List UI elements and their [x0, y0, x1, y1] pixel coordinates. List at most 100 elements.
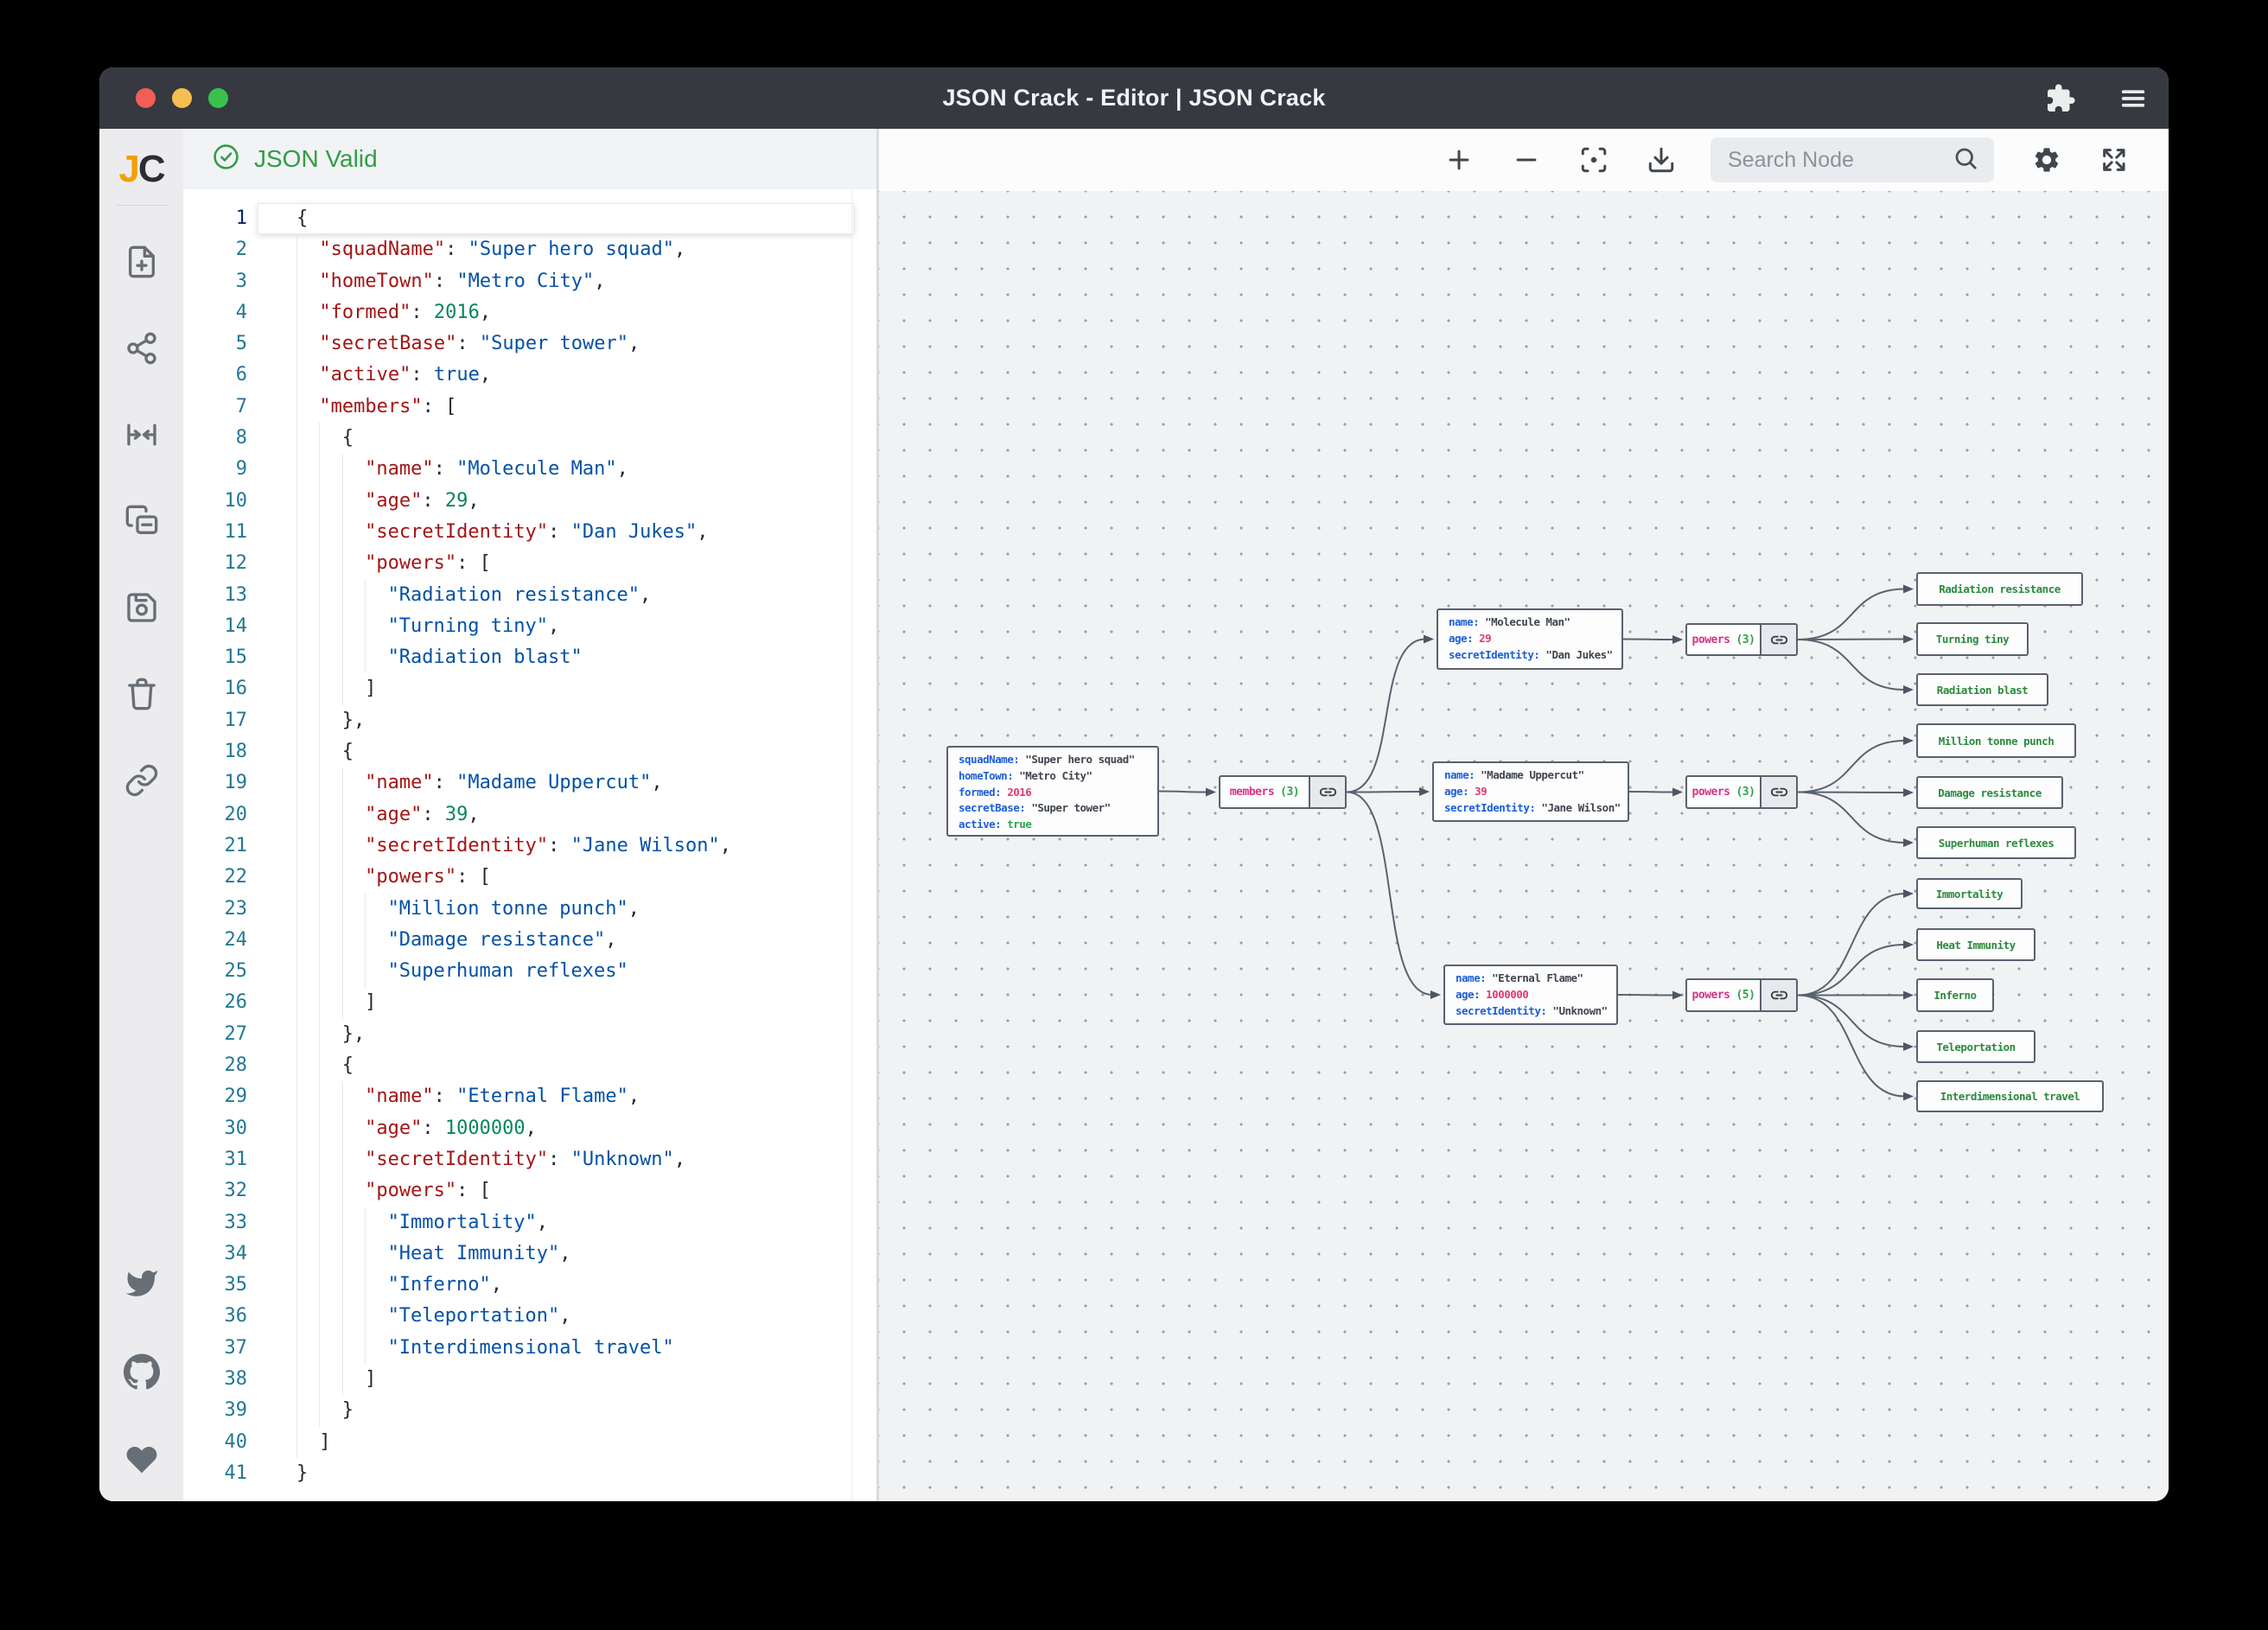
graph-node-l3[interactable]: Radiation blast	[1916, 673, 2048, 706]
search-input[interactable]	[1726, 147, 1953, 174]
line-number: 19	[183, 767, 247, 799]
graph-node-p1[interactable]: powers(3)	[1685, 623, 1798, 656]
zoom-out-button[interactable]	[1512, 145, 1541, 175]
line-content: "Inferno",	[247, 1270, 502, 1301]
editor-line: 16]	[183, 673, 876, 704]
line-content: "powers": [	[247, 1175, 491, 1207]
line-content: "members": [	[247, 392, 456, 423]
line-number: 7	[183, 392, 247, 423]
toolbar-left-group	[1406, 145, 1676, 175]
graph-node-l1[interactable]: Radiation resistance	[1916, 572, 2083, 606]
twitter-icon[interactable]	[123, 1264, 161, 1302]
editor-line: 41}	[183, 1458, 876, 1489]
search-icon[interactable]	[1953, 145, 1978, 175]
code-editor[interactable]: 1{2"squadName": "Super hero squad",3"hom…	[183, 189, 876, 1501]
node-row: secretIdentity: "Unknown"	[1456, 1003, 1606, 1020]
editor-line: 32"powers": [	[183, 1175, 876, 1207]
graph-node-l10[interactable]: Teleportation	[1916, 1030, 2035, 1063]
graph-panel: squadName: "Super hero squad"homeTown: "…	[879, 129, 2169, 1501]
zoom-in-button[interactable]	[1444, 145, 1474, 175]
editor-line: 7"members": [	[183, 392, 876, 423]
trash-icon[interactable]	[123, 675, 161, 713]
line-content: {	[247, 423, 354, 454]
graph-node-p3[interactable]: powers(5)	[1685, 978, 1798, 1012]
node-row: homeTown: "Metro City"	[959, 768, 1147, 785]
line-content: ]	[247, 1364, 376, 1395]
line-number: 35	[183, 1270, 247, 1301]
extension-puzzle-icon[interactable]	[2044, 82, 2077, 115]
new-document-icon[interactable]	[123, 243, 161, 281]
node-row: formed: 2016	[959, 785, 1147, 801]
line-content: ]	[247, 1427, 331, 1458]
line-number: 12	[183, 548, 247, 579]
download-button[interactable]	[1647, 145, 1676, 175]
graph-node-l6[interactable]: Superhuman reflexes	[1916, 826, 2076, 859]
node-row: squadName: "Super hero squad"	[959, 752, 1147, 768]
graph-node-members[interactable]: members(3)	[1219, 775, 1347, 809]
graph-node-p2[interactable]: powers(3)	[1685, 775, 1798, 809]
json-valid-status: JSON Valid	[254, 145, 378, 173]
settings-button[interactable]	[2032, 145, 2061, 175]
node-row: age: 39	[1444, 784, 1617, 800]
line-number: 32	[183, 1175, 247, 1207]
editor-line: 9"name": "Molecule Man",	[183, 454, 876, 485]
editor-line: 22"powers": [	[183, 862, 876, 893]
line-content: "Radiation resistance",	[247, 580, 651, 611]
line-content: "age": 39,	[247, 799, 480, 831]
graph-node-root[interactable]: squadName: "Super hero squad"homeTown: "…	[946, 746, 1159, 837]
graph-node-l7[interactable]: Immortality	[1916, 878, 2023, 909]
graph-node-l9[interactable]: Inferno	[1916, 978, 1994, 1012]
line-number: 34	[183, 1238, 247, 1270]
heart-icon[interactable]	[123, 1441, 161, 1479]
line-content: {	[247, 203, 308, 234]
collapse-link-icon[interactable]	[1760, 625, 1796, 654]
graph-node-l11[interactable]: Interdimensional travel	[1916, 1080, 2104, 1112]
line-number: 26	[183, 987, 247, 1018]
editor-line: 35"Inferno",	[183, 1270, 876, 1301]
copy-icon[interactable]	[123, 502, 161, 540]
save-icon[interactable]	[123, 589, 161, 627]
graph-node-l4[interactable]: Million tonne punch	[1916, 723, 2076, 758]
graph-node-m3[interactable]: name: "Eternal Flame"age: 1000000secretI…	[1443, 965, 1618, 1025]
editor-line: 26]	[183, 987, 876, 1018]
collapse-link-icon[interactable]	[1309, 777, 1345, 807]
node-row: secretIdentity: "Jane Wilson"	[1444, 800, 1617, 817]
github-icon[interactable]	[123, 1353, 161, 1391]
editor-line: 27},	[183, 1019, 876, 1050]
line-number: 25	[183, 956, 247, 987]
line-number: 5	[183, 328, 247, 360]
line-number: 30	[183, 1113, 247, 1144]
jsoncrack-logo[interactable]: JC	[99, 148, 183, 191]
line-content: "age": 29,	[247, 486, 480, 517]
line-number: 18	[183, 736, 247, 767]
leaf-label: Interdimensional travel	[1940, 1090, 2080, 1103]
line-content: "Superhuman reflexes"	[247, 956, 628, 987]
editor-line: 37"Interdimensional travel"	[183, 1333, 876, 1364]
line-content: "Immortality",	[247, 1207, 548, 1238]
editor-line: 40]	[183, 1427, 876, 1458]
line-content: "name": "Madame Uppercut",	[247, 767, 663, 799]
line-content: "Turning tiny",	[247, 611, 559, 642]
center-focus-button[interactable]	[1579, 145, 1609, 175]
graph-node-m2[interactable]: name: "Madame Uppercut"age: 39secretIden…	[1432, 761, 1629, 822]
node-row: secretIdentity: "Dan Jukes"	[1449, 647, 1611, 664]
center-focus-icon[interactable]	[123, 416, 161, 454]
graph-node-l5[interactable]: Damage resistance	[1916, 776, 2063, 809]
node-row: age: 29	[1449, 631, 1611, 647]
line-content: "name": "Molecule Man",	[247, 454, 628, 485]
line-number: 4	[183, 297, 247, 328]
line-content: ]	[247, 673, 376, 704]
graph-node-l8[interactable]: Heat Immunity	[1916, 928, 2035, 961]
line-number: 24	[183, 925, 247, 956]
share-link-icon[interactable]	[123, 761, 161, 799]
collapse-link-icon[interactable]	[1760, 777, 1796, 807]
line-number: 10	[183, 486, 247, 517]
editor-line: 1{	[183, 203, 876, 234]
graph-node-m1[interactable]: name: "Molecule Man"age: 29secretIdentit…	[1437, 608, 1623, 670]
fullscreen-button[interactable]	[2099, 145, 2129, 175]
graph-icon[interactable]	[123, 329, 161, 367]
collapse-link-icon[interactable]	[1760, 980, 1796, 1010]
browser-menu-icon[interactable]	[2117, 82, 2150, 115]
line-number: 2	[183, 234, 247, 265]
graph-node-l2[interactable]: Turning tiny	[1916, 622, 2029, 656]
